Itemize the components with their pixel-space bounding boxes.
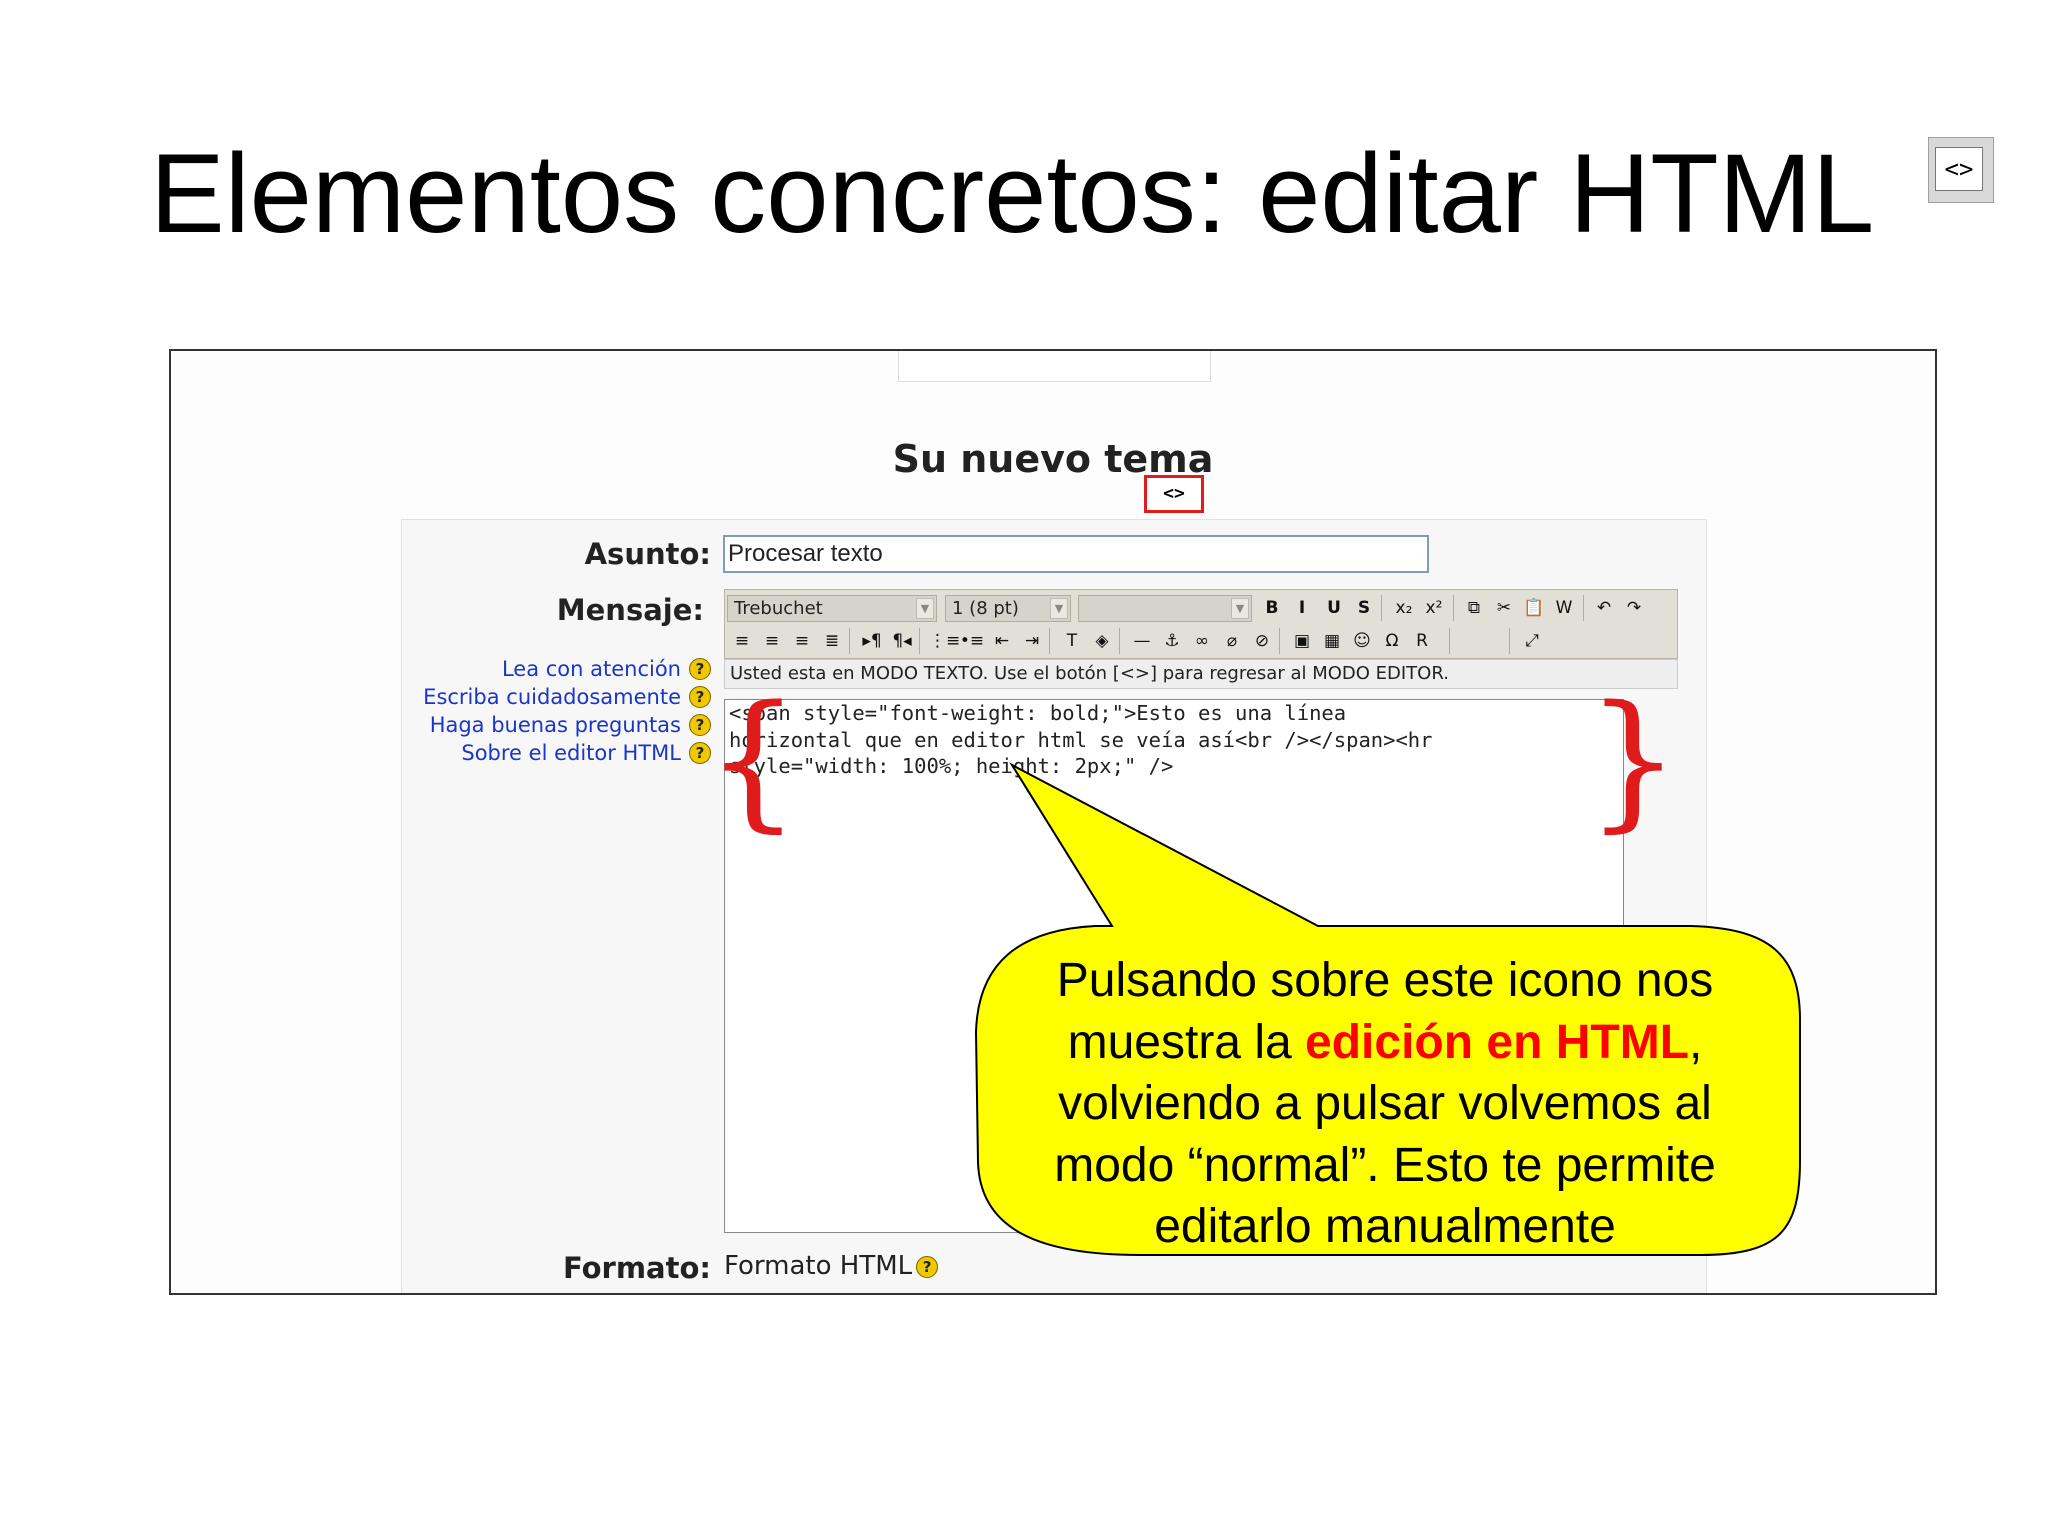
callout-line: modo “normal”. Esto te permite: [1054, 1138, 1716, 1192]
callout-line: volviendo a pulsar volvemos al: [1058, 1077, 1712, 1130]
callout-text: Pulsando sobre este icono nos muestra la…: [985, 950, 1785, 1258]
callout-highlight: edición en HTML: [1305, 1015, 1690, 1069]
callout-line: muestra la edición en HTML,: [985, 1012, 1785, 1074]
callout-line: Pulsando sobre este icono nos: [1056, 954, 1714, 1007]
callout-bubble: [974, 762, 1801, 1256]
callout-line: editarlo manualmente: [1154, 1200, 1616, 1253]
callout-line-post: ,: [1689, 1015, 1703, 1069]
callout-line-pre: muestra la: [1067, 1015, 1306, 1069]
